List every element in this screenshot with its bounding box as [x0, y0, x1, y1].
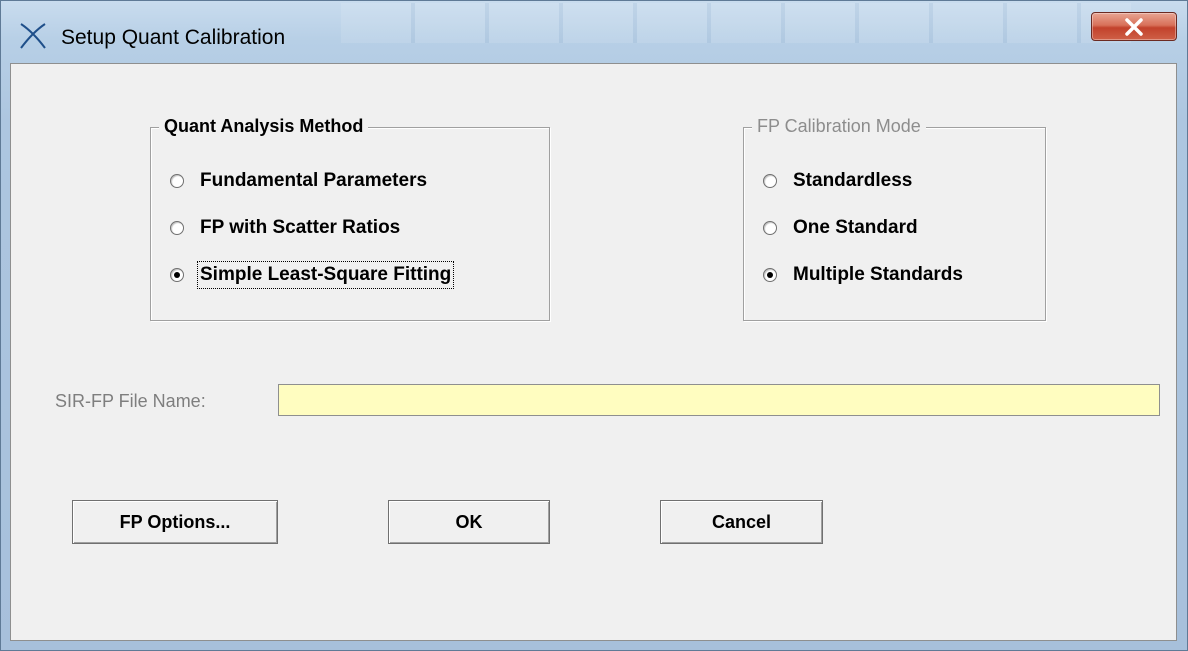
radio-button[interactable] — [170, 221, 184, 235]
radio-standardless[interactable]: Standardless — [763, 170, 912, 192]
radio-fundamental-parameters[interactable]: Fundamental Parameters — [170, 170, 427, 192]
radio-simple-least-square-fitting[interactable]: Simple Least-Square Fitting — [170, 261, 455, 289]
quant-analysis-method-group: Quant Analysis Method Fundamental Parame… — [150, 116, 550, 321]
close-icon — [1125, 17, 1143, 36]
ok-button[interactable]: OK — [388, 500, 550, 544]
close-button[interactable] — [1091, 12, 1177, 41]
radio-button[interactable] — [170, 174, 184, 188]
radio-button-selected[interactable] — [763, 268, 777, 282]
radio-label: Simple Least-Square Fitting — [196, 261, 455, 289]
radio-one-standard[interactable]: One Standard — [763, 217, 918, 239]
fp-options-button[interactable]: FP Options... — [72, 500, 278, 544]
radio-multiple-standards[interactable]: Multiple Standards — [763, 264, 963, 286]
dialog-window: Setup Quant Calibration Quant Analysis M… — [0, 0, 1188, 651]
radio-label: Fundamental Parameters — [200, 170, 428, 191]
group-legend-quant-method: Quant Analysis Method — [159, 116, 369, 137]
group-legend-fp-calibration: FP Calibration Mode — [752, 116, 926, 137]
title-bar[interactable]: Setup Quant Calibration — [1, 1, 1188, 49]
radio-label: Standardless — [793, 170, 913, 191]
radio-label: FP with Scatter Ratios — [200, 217, 401, 238]
radio-label: Multiple Standards — [793, 264, 963, 285]
fp-calibration-mode-group: FP Calibration Mode Standardless One Sta… — [743, 116, 1046, 321]
sir-fp-file-name-input[interactable] — [278, 384, 1160, 416]
radio-button[interactable] — [763, 174, 777, 188]
radio-fp-with-scatter-ratios[interactable]: FP with Scatter Ratios — [170, 217, 400, 239]
radio-button-selected[interactable] — [170, 268, 184, 282]
dialog-client-area: Quant Analysis Method Fundamental Parame… — [10, 63, 1177, 641]
window-title: Setup Quant Calibration — [61, 26, 286, 49]
x-cross-icon — [20, 23, 46, 49]
sir-fp-file-name-label: SIR-FP File Name: — [55, 391, 206, 411]
cancel-button[interactable]: Cancel — [660, 500, 823, 544]
radio-button[interactable] — [763, 221, 777, 235]
radio-label: One Standard — [793, 217, 918, 238]
